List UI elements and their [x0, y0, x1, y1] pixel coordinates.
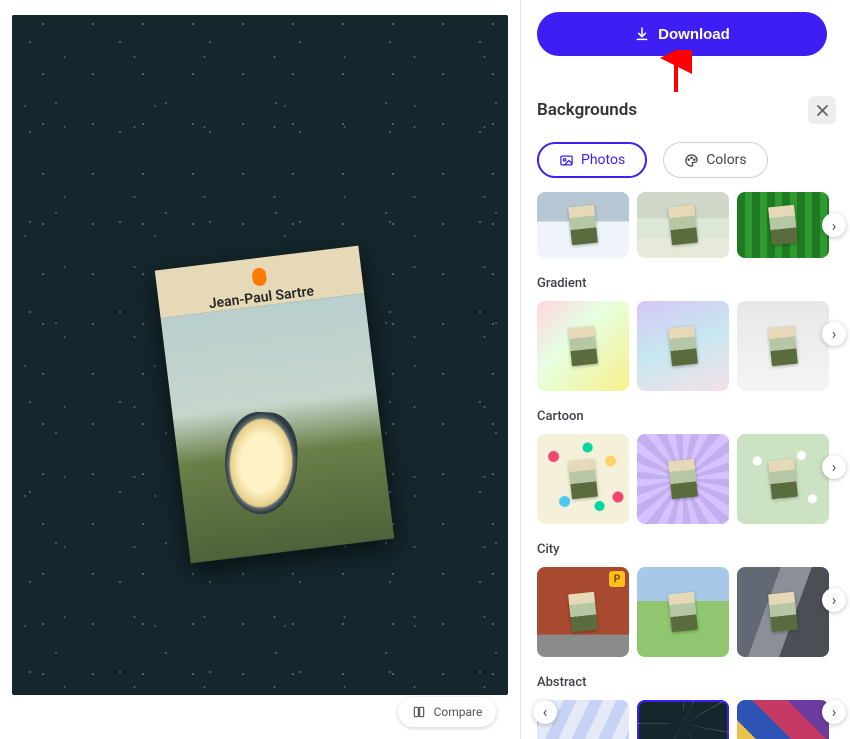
- bg-thumb-dots[interactable]: [537, 434, 629, 524]
- compare-button[interactable]: Compare: [398, 697, 496, 727]
- palette-icon: [684, 153, 699, 168]
- bg-thumb-brick[interactable]: P: [537, 567, 629, 657]
- book-artwork-figure: [222, 410, 299, 516]
- category-abstract-label: Abstract: [537, 675, 842, 690]
- close-icon: [817, 105, 828, 116]
- bg-thumb-field[interactable]: [637, 567, 729, 657]
- annotation-arrow-icon: [651, 50, 701, 100]
- category-city-next[interactable]: ›: [822, 588, 846, 612]
- compare-label: Compare: [434, 705, 483, 719]
- preview-canvas[interactable]: Jean-Paul Sartre Nausea: [12, 15, 508, 695]
- bg-thumb-daisy[interactable]: [737, 434, 829, 524]
- download-button[interactable]: Download: [537, 12, 827, 56]
- category-cartoon-next[interactable]: ›: [822, 455, 846, 479]
- category-cartoon-label: Cartoon: [537, 409, 842, 424]
- bg-thumb-gradient-3[interactable]: [737, 301, 829, 391]
- bg-thumb-gradient-2[interactable]: [637, 301, 729, 391]
- category-gradient-label: Gradient: [537, 276, 842, 291]
- bg-thumb-gradient-1[interactable]: [537, 301, 629, 391]
- category-nature: ›: [537, 192, 842, 258]
- book-artwork: [161, 293, 395, 563]
- download-icon: [634, 26, 650, 42]
- backgrounds-title: Backgrounds: [537, 100, 637, 120]
- compare-icon: [412, 705, 426, 719]
- category-gradient: Gradient ›: [537, 276, 842, 391]
- canvas-panel: Jean-Paul Sartre Nausea Compare: [0, 0, 520, 739]
- tab-colors[interactable]: Colors: [663, 142, 767, 178]
- category-abstract: Abstract ‹ ›: [537, 675, 842, 739]
- category-abstract-next[interactable]: ›: [822, 700, 846, 724]
- close-backgrounds-button[interactable]: [808, 96, 836, 124]
- category-abstract-prev[interactable]: ‹: [533, 700, 557, 724]
- category-city-label: City: [537, 542, 842, 557]
- app-root: Jean-Paul Sartre Nausea Compare Download…: [0, 0, 850, 739]
- bg-thumb-snow[interactable]: [537, 192, 629, 258]
- download-label: Download: [658, 26, 730, 43]
- bg-thumb-beach[interactable]: [637, 192, 729, 258]
- bg-thumb-bamboo[interactable]: [737, 192, 829, 258]
- bg-thumb-sunburst[interactable]: [637, 434, 729, 524]
- tab-photos[interactable]: Photos: [537, 142, 647, 178]
- category-city: City P ›: [537, 542, 842, 657]
- side-panel: Download Backgrounds Photos Colors: [520, 0, 850, 739]
- tab-colors-label: Colors: [706, 152, 746, 168]
- category-nature-next[interactable]: ›: [822, 213, 846, 237]
- bg-thumb-city[interactable]: [737, 567, 829, 657]
- bg-thumb-abstract-3[interactable]: [737, 700, 829, 739]
- category-cartoon: Cartoon ›: [537, 409, 842, 524]
- backgrounds-tabs: Photos Colors: [537, 142, 842, 178]
- bg-thumb-abstract-2[interactable]: [637, 700, 729, 739]
- backgrounds-header: Backgrounds: [537, 96, 842, 124]
- penguin-logo-icon: [251, 267, 267, 287]
- tab-photos-label: Photos: [581, 152, 625, 168]
- category-gradient-next[interactable]: ›: [822, 322, 846, 346]
- subject-book: Jean-Paul Sartre Nausea: [155, 246, 394, 564]
- premium-badge-icon: P: [609, 571, 625, 587]
- photos-icon: [559, 153, 574, 168]
